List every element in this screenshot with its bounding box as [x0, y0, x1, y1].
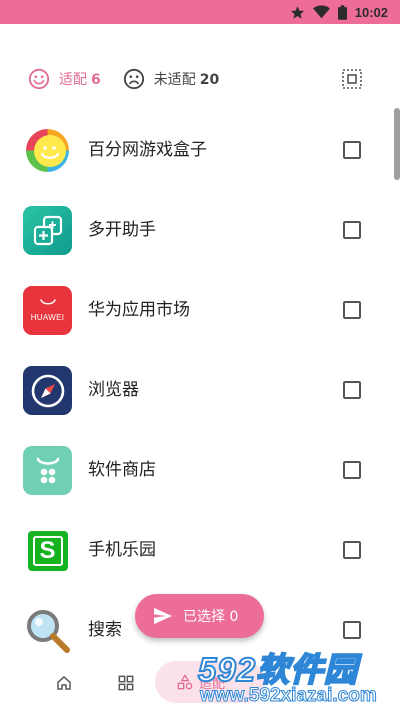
filter-tabs: 适配 6 未适配 20 — [0, 60, 400, 98]
battery-icon — [337, 4, 347, 20]
sad-face-icon — [123, 68, 144, 90]
huawei-icon-text: HUAWEI — [30, 313, 65, 322]
send-icon — [154, 607, 172, 625]
list-item[interactable]: 软件商店 — [0, 430, 400, 510]
nav-grid[interactable] — [106, 663, 146, 703]
tab-adapted[interactable]: 适配 6 — [28, 68, 101, 90]
phone-paradise-icon: S — [23, 526, 72, 575]
status-time: 10:02 — [354, 4, 388, 20]
list-item[interactable]: 多开助手 — [0, 190, 400, 270]
grid-icon — [118, 675, 134, 691]
wifi-icon — [312, 5, 330, 19]
list-item[interactable]: S 手机乐园 — [0, 510, 400, 590]
magnifier-search-icon — [23, 606, 72, 655]
status-bar: 10:02 — [0, 0, 400, 24]
app-checkbox[interactable] — [343, 221, 361, 239]
scrollbar[interactable] — [394, 108, 400, 180]
app-name: 浏览器 — [88, 380, 139, 400]
tab-not-adapted-label: 未适配 — [153, 72, 196, 88]
app-name: 软件商店 — [88, 460, 156, 480]
list-item[interactable]: 百分网游戏盒子 — [0, 110, 400, 190]
app-checkbox[interactable] — [343, 381, 361, 399]
select-all-icon[interactable] — [342, 69, 362, 89]
app-checkbox[interactable] — [343, 541, 361, 559]
phone-paradise-letter: S — [32, 535, 63, 566]
app-list: 百分网游戏盒子 多开助手 HUAWEI 华为应用市场 浏览器 软件商店 S 手机… — [0, 110, 400, 670]
watermark-logo-text: 592软件园 — [197, 650, 359, 689]
tab-adapted-count: 6 — [91, 72, 101, 88]
nav-home[interactable] — [44, 663, 84, 703]
multi-open-assistant-icon — [23, 206, 72, 255]
app-checkbox[interactable] — [343, 461, 361, 479]
list-item[interactable]: 浏览器 — [0, 350, 400, 430]
baifen-game-box-icon — [23, 126, 72, 175]
huawei-appgallery-icon: HUAWEI — [23, 286, 72, 335]
home-icon — [57, 676, 71, 690]
tab-adapted-label: 适配 — [59, 72, 87, 88]
star-icon — [290, 5, 304, 19]
tab-not-adapted-count: 20 — [199, 72, 220, 88]
software-store-icon — [23, 446, 72, 495]
app-name: 华为应用市场 — [88, 300, 190, 320]
selected-count-button[interactable]: 已选择 0 — [135, 594, 264, 638]
site-watermark: 592软件园 www.592xiazai.com — [192, 641, 400, 711]
app-name: 百分网游戏盒子 — [88, 140, 207, 160]
watermark-url: www.592xiazai.com — [200, 685, 378, 707]
app-checkbox[interactable] — [343, 621, 361, 639]
selected-count-label: 已选择 0 — [183, 609, 239, 625]
shapes-icon — [177, 674, 193, 690]
browser-compass-icon — [23, 366, 72, 415]
app-checkbox[interactable] — [343, 301, 361, 319]
app-name: 手机乐园 — [88, 540, 156, 560]
app-checkbox[interactable] — [343, 141, 361, 159]
list-item[interactable]: HUAWEI 华为应用市场 — [0, 270, 400, 350]
app-name: 多开助手 — [88, 220, 156, 240]
tab-not-adapted[interactable]: 未适配 20 — [123, 68, 219, 90]
smile-icon — [28, 68, 50, 90]
